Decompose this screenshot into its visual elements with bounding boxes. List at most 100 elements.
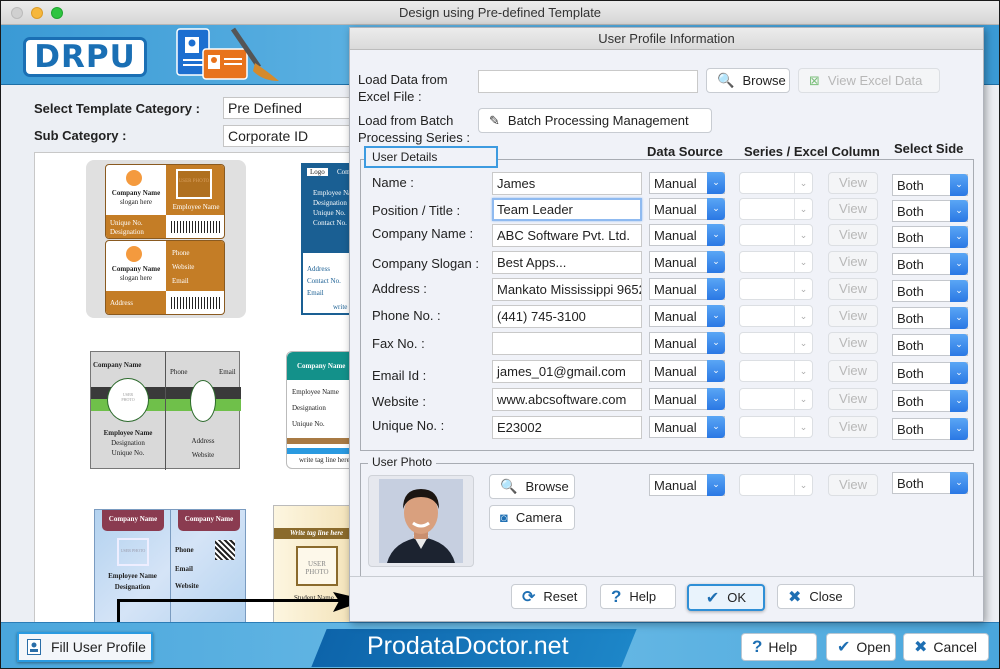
tpl-website: Website — [191, 451, 215, 459]
data-source-select[interactable]: Manual ⌄ — [649, 416, 725, 438]
data-source-select[interactable]: Manual ⌄ — [649, 278, 725, 300]
template-category-select[interactable]: Pre Defined — [223, 97, 353, 119]
series-column-select[interactable]: ⌄ — [739, 224, 813, 246]
series-column-select[interactable]: ⌄ — [739, 360, 813, 382]
photo-select-side-select[interactable]: Both ⌄ — [892, 472, 968, 494]
batch-processing-button[interactable]: ✎ Batch Processing Management — [478, 108, 712, 133]
view-button[interactable]: View — [828, 224, 878, 246]
data-source-select[interactable]: Manual ⌄ — [649, 198, 725, 220]
data-source-select[interactable]: Manual ⌄ — [649, 388, 725, 410]
select-side-select[interactable]: Both ⌄ — [892, 418, 968, 440]
series-column-select[interactable]: ⌄ — [739, 388, 813, 410]
select-side-select[interactable]: Both ⌄ — [892, 174, 968, 196]
field-input[interactable] — [492, 332, 642, 355]
select-side-select[interactable]: Both ⌄ — [892, 200, 968, 222]
field-input[interactable]: Team Leader — [492, 198, 642, 221]
series-column-select[interactable]: ⌄ — [739, 278, 813, 300]
photo-view-button[interactable]: View — [828, 474, 878, 496]
data-source-select[interactable]: Manual ⌄ — [649, 251, 725, 273]
view-excel-data-button[interactable]: ⊠ View Excel Data — [798, 68, 940, 93]
data-source-select[interactable]: Manual ⌄ — [649, 332, 725, 354]
ok-button[interactable]: ✔ OK — [687, 584, 765, 611]
tpl-slogan: slogan here — [119, 198, 153, 206]
template-selector-area: Select Template Category : Pre Defined S… — [1, 86, 354, 624]
chevron-down-icon: ⌄ — [794, 333, 812, 353]
field-input[interactable]: www.abcsoftware.com — [492, 388, 642, 411]
field-input[interactable]: james_01@gmail.com — [492, 360, 642, 383]
chevron-down-icon: ⌄ — [707, 474, 725, 496]
data-source-value: Manual — [654, 336, 697, 351]
series-column-select[interactable]: ⌄ — [739, 416, 813, 438]
excel-browse-button[interactable]: 🔍 Browse — [706, 68, 790, 93]
field-label: Company Slogan : — [372, 256, 479, 271]
select-side-value: Both — [897, 422, 924, 437]
chevron-down-icon: ⌄ — [794, 361, 812, 381]
fill-user-profile-button[interactable]: Fill User Profile — [17, 632, 153, 662]
chevron-down-icon: ⌄ — [707, 224, 725, 246]
view-button[interactable]: View — [828, 332, 878, 354]
view-button[interactable]: View — [828, 198, 878, 220]
data-source-select[interactable]: Manual ⌄ — [649, 172, 725, 194]
template-card[interactable]: Company Name slogan here USER PHOTO Empl… — [86, 160, 246, 318]
refresh-icon: ⟳ — [522, 588, 536, 606]
tpl-photo: USER PHOTO — [121, 392, 135, 402]
photo-browse-label: Browse — [525, 479, 569, 494]
cancel-button[interactable]: ✖ Cancel — [903, 633, 989, 661]
select-side-value: Both — [897, 311, 924, 326]
field-input[interactable]: Best Apps... — [492, 251, 642, 274]
photo-series-column-select[interactable]: ⌄ — [739, 474, 813, 496]
view-button[interactable]: View — [828, 278, 878, 300]
field-input[interactable]: ABC Software Pvt. Ltd. — [492, 224, 642, 247]
select-side-select[interactable]: Both ⌄ — [892, 280, 968, 302]
chevron-down-icon: ⌄ — [794, 225, 812, 245]
data-source-select[interactable]: Manual ⌄ — [649, 224, 725, 246]
view-button[interactable]: View — [828, 305, 878, 327]
select-side-value: Both — [897, 230, 924, 245]
series-column-select[interactable]: ⌄ — [739, 251, 813, 273]
template-card[interactable]: Logo Com Employee Na Designation Unique … — [301, 163, 353, 315]
template-gallery: Company Name slogan here USER PHOTO Empl… — [34, 152, 354, 624]
photo-data-source-select[interactable]: Manual ⌄ — [649, 474, 725, 496]
select-side-select[interactable]: Both ⌄ — [892, 362, 968, 384]
view-excel-label: View Excel Data — [827, 73, 923, 88]
dialog-help-button[interactable]: ? Help — [600, 584, 676, 609]
select-side-select[interactable]: Both ⌄ — [892, 390, 968, 412]
select-side-select[interactable]: Both ⌄ — [892, 334, 968, 356]
chevron-down-icon: ⌄ — [707, 251, 725, 273]
view-button[interactable]: View — [828, 251, 878, 273]
data-source-value: Manual — [654, 228, 697, 243]
data-source-select[interactable]: Manual ⌄ — [649, 360, 725, 382]
camera-button[interactable]: ◙ Camera — [489, 505, 575, 530]
view-button[interactable]: View — [828, 172, 878, 194]
field-input[interactable]: E23002 — [492, 416, 642, 439]
template-card[interactable]: Company Name USER PHOTO Employee Name De… — [90, 351, 241, 470]
field-input[interactable]: (441) 745-3100 — [492, 305, 642, 328]
tpl-designation: Designation — [114, 583, 151, 591]
series-column-select[interactable]: ⌄ — [739, 198, 813, 220]
chevron-down-icon: ⌄ — [794, 199, 812, 219]
dialog-title: User Profile Information — [350, 28, 983, 50]
help-button[interactable]: ? Help — [741, 633, 817, 661]
series-column-select[interactable]: ⌄ — [739, 172, 813, 194]
series-column-select[interactable]: ⌄ — [739, 305, 813, 327]
reset-button[interactable]: ⟳ Reset — [511, 584, 587, 609]
select-side-select[interactable]: Both ⌄ — [892, 253, 968, 275]
photo-browse-button[interactable]: 🔍 Browse — [489, 474, 575, 499]
bottom-toolbar: Fill User Profile ProdataDoctor.net ? He… — [1, 622, 999, 668]
data-source-select[interactable]: Manual ⌄ — [649, 305, 725, 327]
template-card[interactable]: Company Name Employee Name Designation U… — [286, 351, 353, 469]
field-input[interactable]: Mankato Mississippi 9652 — [492, 278, 642, 301]
sub-category-select[interactable]: Corporate ID — [223, 125, 353, 147]
excel-file-input[interactable] — [478, 70, 698, 93]
field-input[interactable]: James — [492, 172, 642, 195]
view-button[interactable]: View — [828, 388, 878, 410]
view-button[interactable]: View — [828, 360, 878, 382]
tpl-employee: Employee Name — [108, 572, 157, 580]
chevron-down-icon: ⌄ — [950, 362, 968, 384]
select-side-select[interactable]: Both ⌄ — [892, 307, 968, 329]
series-column-select[interactable]: ⌄ — [739, 332, 813, 354]
view-button[interactable]: View — [828, 416, 878, 438]
select-side-select[interactable]: Both ⌄ — [892, 226, 968, 248]
close-button[interactable]: ✖ Close — [777, 584, 855, 609]
open-button[interactable]: ✔ Open — [826, 633, 896, 661]
